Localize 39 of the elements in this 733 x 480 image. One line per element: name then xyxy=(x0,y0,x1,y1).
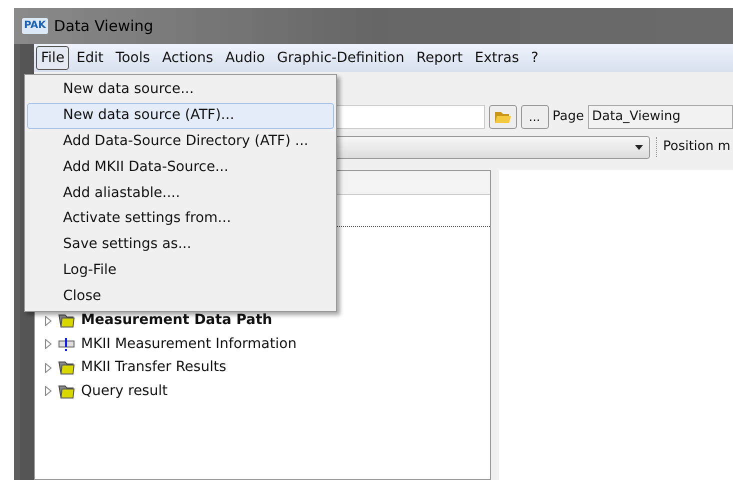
folder-icon xyxy=(58,360,75,376)
menu-option[interactable]: Log-File xyxy=(27,258,334,284)
tree-item[interactable]: Measurement Data Path xyxy=(81,310,272,332)
tree-item[interactable]: MKII Transfer Results xyxy=(81,357,226,378)
menu-option[interactable]: Add Data-Source Directory (ATF) ... xyxy=(27,128,334,154)
dropdown-arrow-icon xyxy=(635,144,643,150)
menu-option[interactable]: Save settings as... xyxy=(27,232,334,258)
menu-item[interactable]: Graphic-Definition xyxy=(272,46,410,70)
menu-option[interactable]: New data source... xyxy=(27,77,334,103)
open-folder-button[interactable] xyxy=(488,105,517,129)
expand-arrow-icon[interactable] xyxy=(45,339,52,350)
open-folder-icon xyxy=(494,110,512,124)
window-title: Data Viewing xyxy=(54,16,154,37)
menu-item[interactable]: ? xyxy=(526,46,544,70)
tree-item[interactable]: Query result xyxy=(81,380,168,402)
page-label: Page xyxy=(552,108,584,126)
app-logo: PAK xyxy=(22,18,48,34)
measurement-icon xyxy=(58,336,75,352)
menu-option[interactable]: Add aliastable.... xyxy=(27,180,334,206)
menu-item[interactable]: Actions xyxy=(157,46,218,70)
menu-item[interactable]: Tools xyxy=(110,46,156,70)
menu-option[interactable]: Close xyxy=(27,283,334,310)
menu-item[interactable]: Edit xyxy=(71,46,109,70)
menu-item[interactable]: Report xyxy=(411,46,468,70)
menu-item[interactable]: Audio xyxy=(220,46,270,70)
folder-icon xyxy=(58,313,75,328)
expand-arrow-icon[interactable] xyxy=(45,386,52,396)
menu-option[interactable]: Activate settings from... xyxy=(27,206,334,232)
position-label: Position m xyxy=(663,138,732,156)
folder-icon xyxy=(58,384,75,399)
expand-arrow-icon[interactable] xyxy=(45,362,52,373)
menu-item[interactable]: File xyxy=(36,46,70,70)
browse-button[interactable]: ... xyxy=(520,105,549,129)
menu-item[interactable]: Extras xyxy=(470,46,524,70)
menu-option[interactable]: New data source (ATF)... xyxy=(27,102,334,129)
page-dropdown[interactable]: Data_Viewing xyxy=(588,105,733,129)
tree-item[interactable]: MKII Measurement Information xyxy=(81,334,297,355)
menu-option[interactable]: Add MKII Data-Source... xyxy=(27,154,334,180)
expand-arrow-icon[interactable] xyxy=(45,316,52,326)
